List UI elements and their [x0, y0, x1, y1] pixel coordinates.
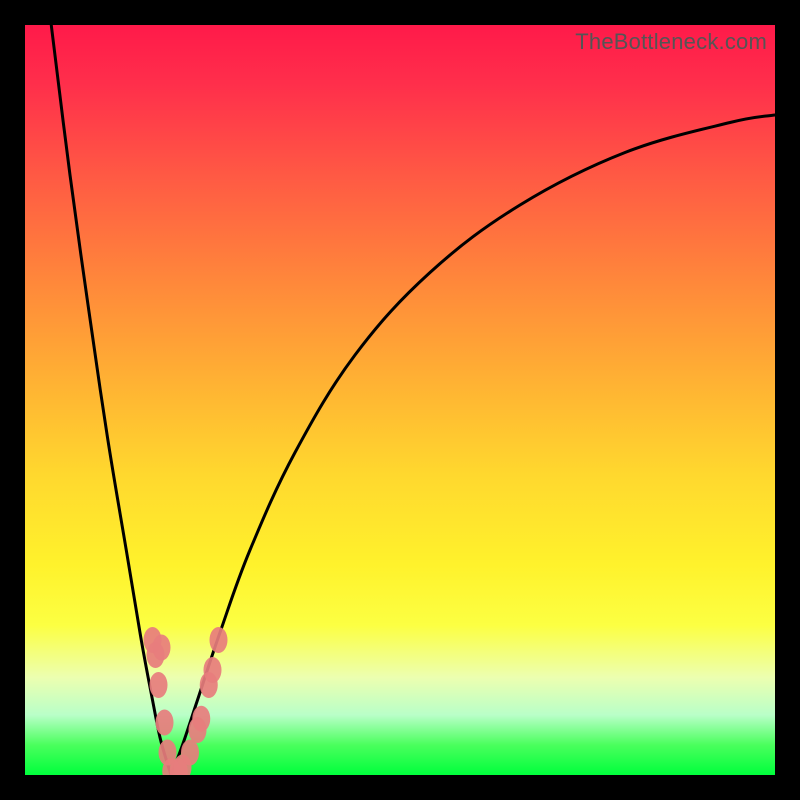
marker-dot [150, 672, 168, 698]
marker-dot [210, 627, 228, 653]
marker-dot [156, 710, 174, 736]
marker-dot [192, 706, 210, 732]
right-branch-curve [171, 115, 775, 775]
marker-dot [153, 635, 171, 661]
chart-frame: TheBottleneck.com [0, 0, 800, 800]
salmon-marker-cluster [144, 627, 228, 775]
plot-area: TheBottleneck.com [25, 25, 775, 775]
marker-dot [204, 657, 222, 683]
curve-layer [25, 25, 775, 775]
marker-dot [181, 740, 199, 766]
